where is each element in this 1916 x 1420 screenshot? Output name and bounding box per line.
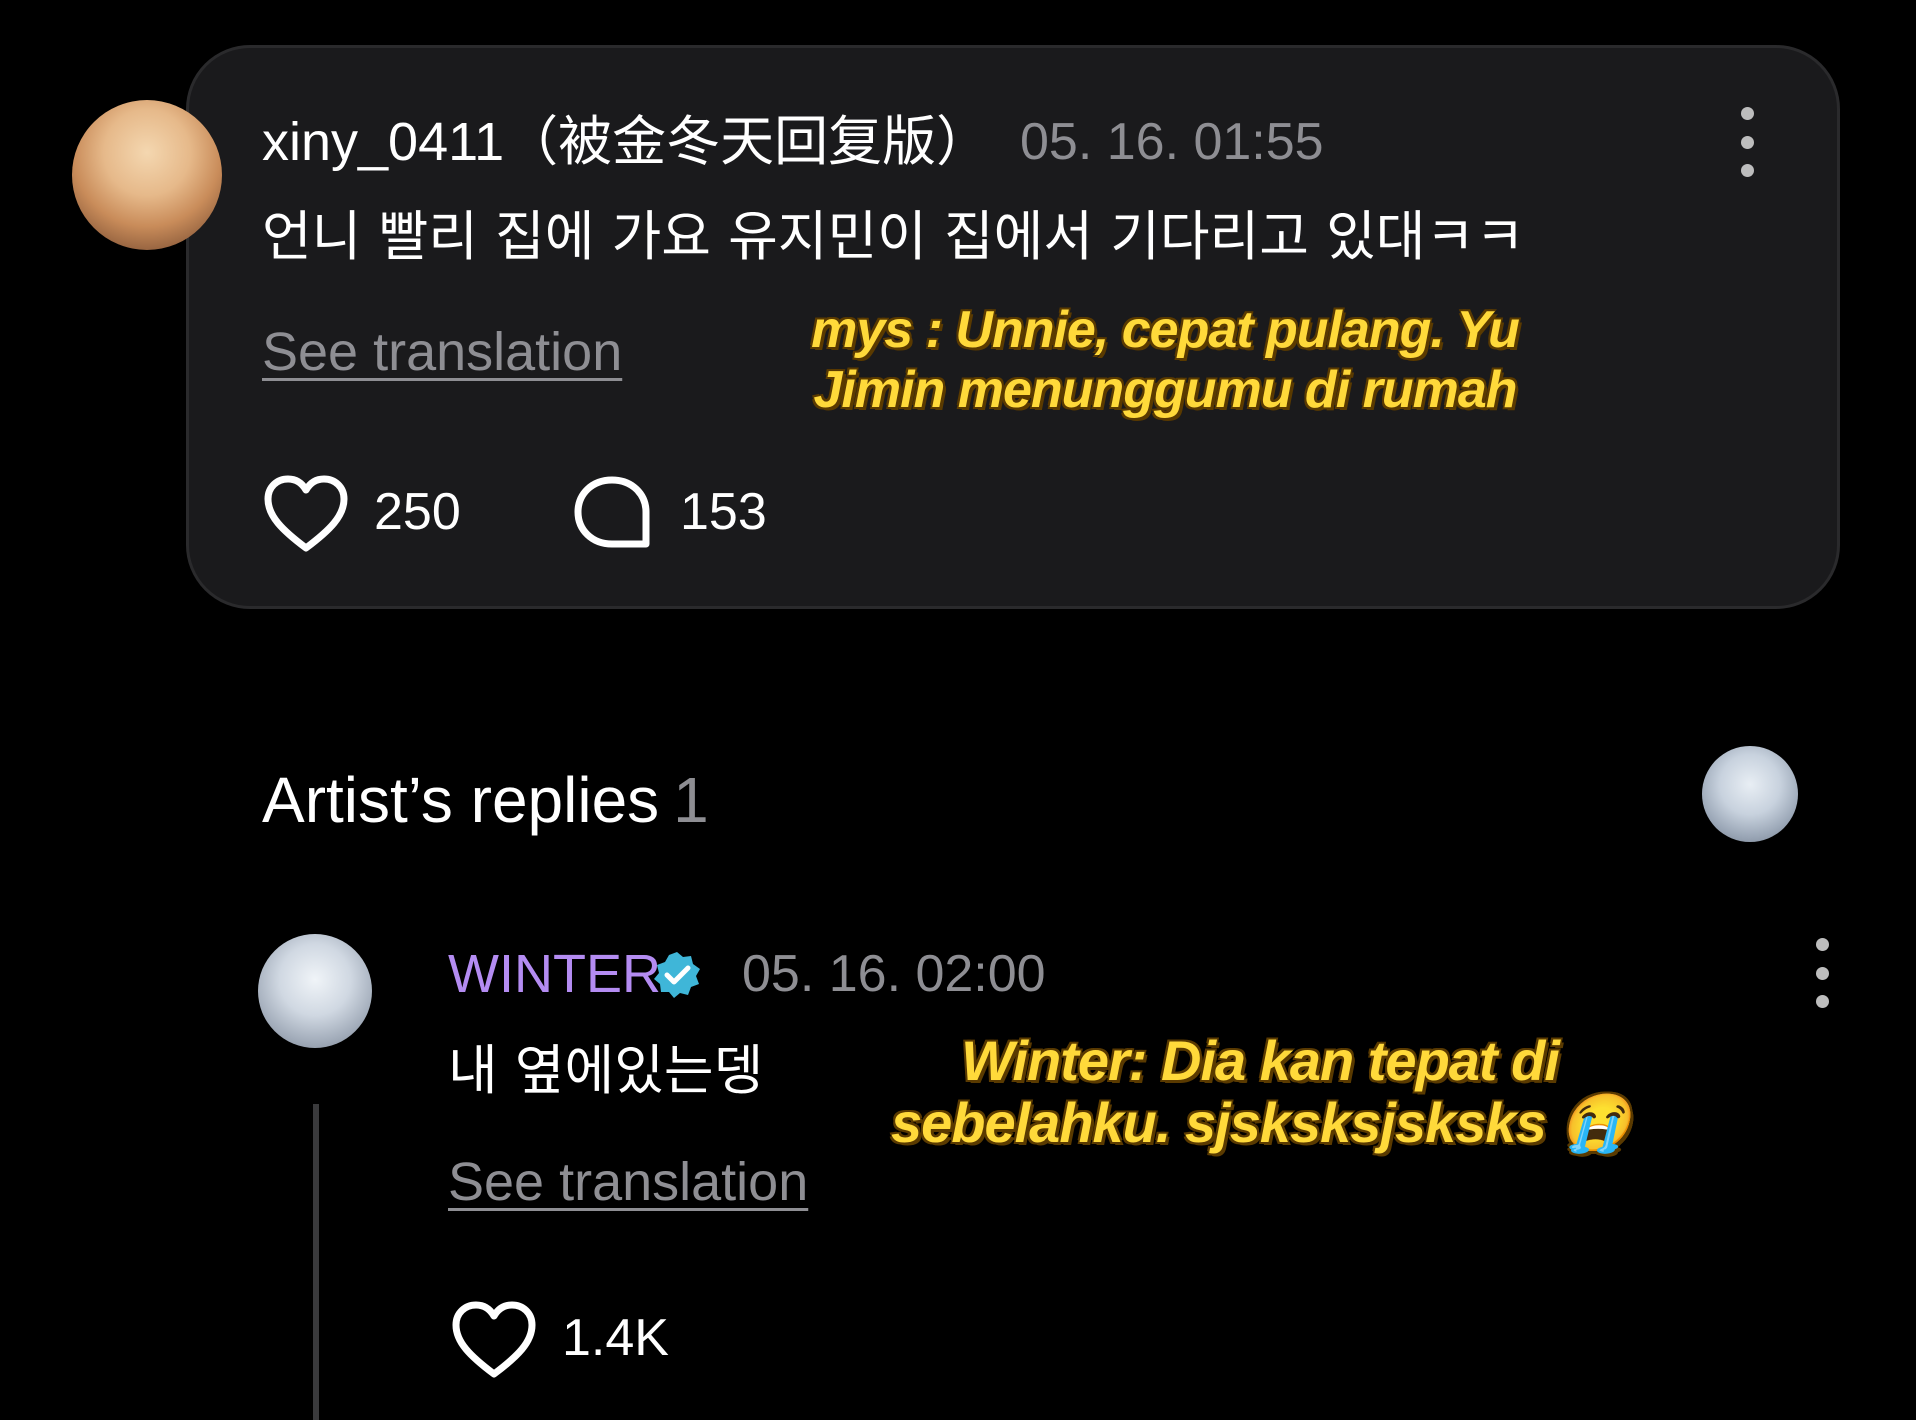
reply-caption-line-2: sebelahku. sjsksksjsksks 😭 [890, 1091, 1630, 1154]
artist-replies-count: 1 [673, 764, 709, 836]
post-translation-caption: mys : Unnie, cepat pulang. Yu Jimin menu… [760, 300, 1570, 420]
post-caption-line-1: mys : Unnie, cepat pulang. Yu [811, 301, 1520, 359]
fan-post-timestamp: 05. 16. 01:55 [1020, 113, 1324, 171]
reply-text: 내 옆에있는뎅 [448, 1039, 764, 1102]
reply-translation-caption: Winter: Dia kan tepat di sebelahku. sjsk… [860, 1030, 1660, 1154]
post-heart-icon[interactable] [262, 474, 350, 554]
fan-username[interactable]: xiny_0411（被金冬天回复版） [262, 110, 990, 174]
artist-name[interactable]: WINTER [448, 942, 661, 1006]
post-caption-line-2: Jimin menunggumu di rumah [813, 361, 1517, 419]
post-like-count: 250 [374, 483, 461, 541]
reply-caption-line-1: Winter: Dia kan tepat di [961, 1029, 1560, 1092]
reply-see-translation-link[interactable]: See translation [448, 1150, 808, 1214]
artist-replies-heading: Artist’s replies 1 [262, 760, 709, 840]
post-comment-icon[interactable] [572, 474, 652, 554]
reply-heart-icon[interactable] [450, 1300, 538, 1380]
fan-post-text: 언니 빨리 집에 가요 유지민이 집에서 기다리고 있대ㅋㅋ [262, 205, 1525, 268]
reply-timestamp: 05. 16. 02:00 [742, 945, 1046, 1003]
reply-like-count: 1.4K [562, 1309, 669, 1367]
reply-more-options-icon[interactable] [1802, 938, 1842, 1008]
verified-badge-icon [654, 952, 700, 998]
fan-avatar[interactable] [72, 100, 222, 250]
post-more-options-icon[interactable] [1727, 107, 1767, 177]
artist-replies-title: Artist’s replies [262, 764, 660, 836]
post-see-translation-link[interactable]: See translation [262, 320, 622, 384]
post-comment-count: 153 [680, 483, 767, 541]
reply-thread-line [313, 1104, 319, 1420]
artist-replies-avatar[interactable] [1702, 746, 1798, 842]
winter-avatar[interactable] [258, 934, 372, 1048]
